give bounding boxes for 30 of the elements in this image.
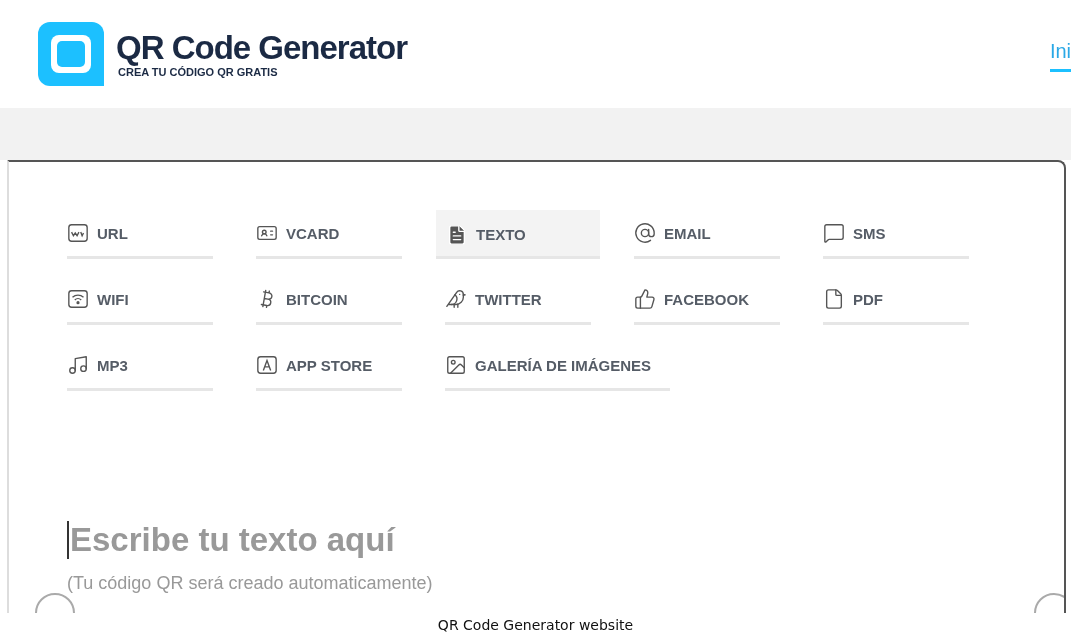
at-sign-icon: [634, 222, 656, 244]
logo-title: QR Code Generator: [116, 30, 408, 66]
input-hint: (Tu código QR será creado automaticamente): [67, 573, 434, 594]
thumbs-up-icon: [634, 288, 656, 310]
qr-type-tab[interactable]: EMAIL: [634, 210, 780, 259]
qr-type-tab[interactable]: URL: [67, 210, 213, 259]
qr-type-tab[interactable]: FACEBOOK: [634, 276, 780, 325]
document-icon: [446, 223, 468, 246]
qr-type-tab[interactable]: SMS: [823, 210, 969, 259]
app-store-icon: [256, 354, 278, 376]
qr-type-tab[interactable]: MP3: [67, 342, 213, 391]
bird-icon: [445, 288, 467, 310]
qr-type-tab[interactable]: GALERÍA DE IMÁGENES: [445, 342, 670, 391]
music-note-icon: [67, 354, 89, 376]
qr-type-tab[interactable]: TWITTER: [445, 276, 591, 325]
qr-type-tab[interactable]: WIFI: [67, 276, 213, 325]
browser-window-icon: [67, 222, 89, 244]
image-icon: [445, 354, 467, 376]
caption: QR Code Generator website: [436, 616, 635, 635]
wifi-icon: [67, 288, 89, 310]
logo-subtitle: CREA TU CÓDIGO QR GRATIS: [118, 66, 279, 78]
qr-type-tab[interactable]: PDF: [823, 276, 969, 325]
message-icon: [823, 222, 845, 244]
pdf-file-icon: [823, 288, 845, 310]
qr-type-tab[interactable]: TEXTO: [436, 210, 600, 259]
qr-type-tab[interactable]: APP STORE: [256, 342, 402, 391]
text-input-field[interactable]: Escribe tu texto aquí: [67, 521, 570, 559]
qr-type-tab[interactable]: VCARD: [256, 210, 402, 259]
qr-type-tab[interactable]: BITCOIN: [256, 276, 402, 325]
logo-icon: [38, 22, 104, 86]
